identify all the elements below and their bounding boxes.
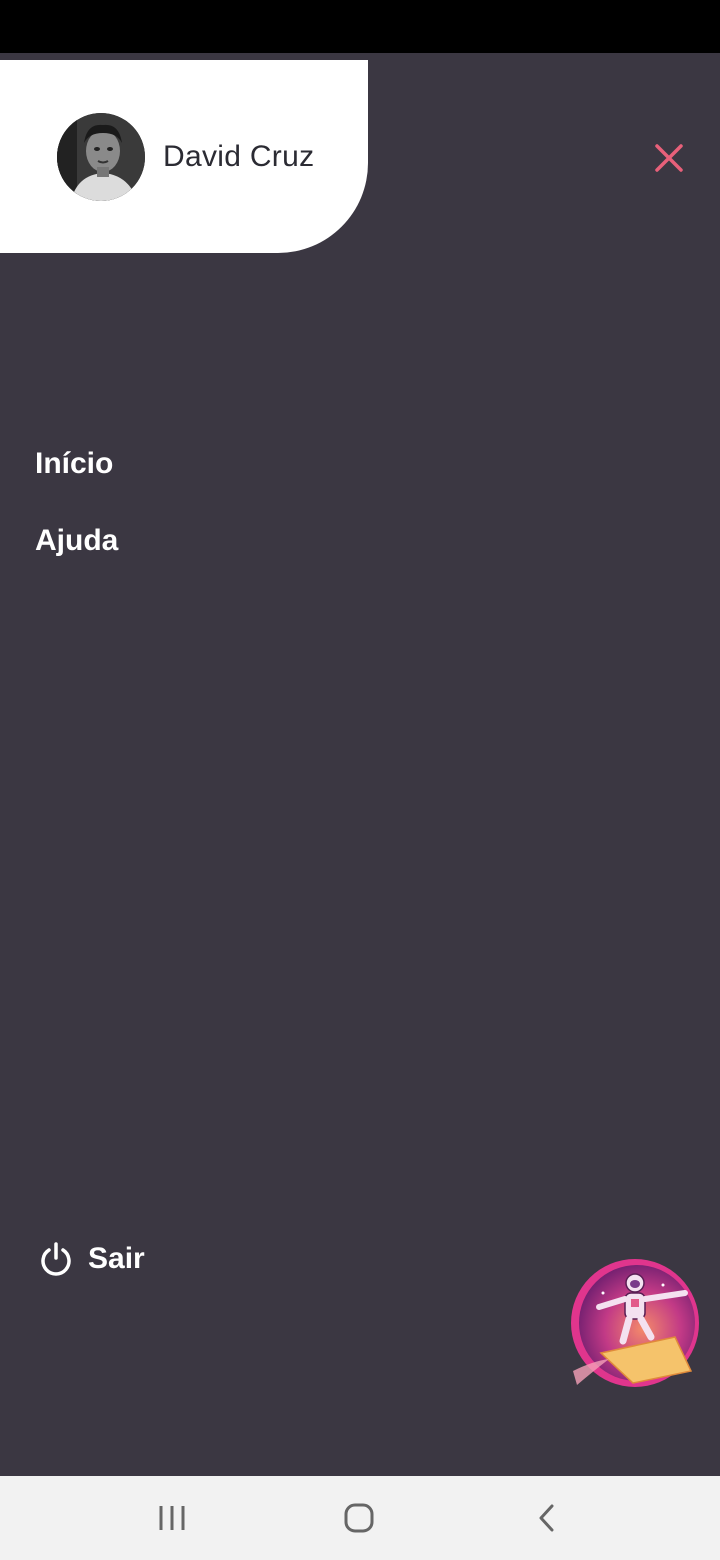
home-icon: [344, 1503, 374, 1533]
user-name: David Cruz: [163, 140, 315, 173]
logout-label: Sair: [88, 1242, 145, 1275]
close-icon: [655, 144, 683, 172]
close-button[interactable]: [646, 135, 692, 181]
back-button[interactable]: [517, 1498, 577, 1538]
recents-icon: [159, 1506, 185, 1530]
back-icon: [539, 1504, 554, 1532]
recents-button[interactable]: [142, 1498, 202, 1538]
avatar[interactable]: [57, 113, 145, 201]
menu-item-inicio[interactable]: Início: [35, 447, 113, 481]
power-icon: [41, 1242, 71, 1276]
system-nav-bar: [0, 1476, 720, 1560]
menu-item-ajuda[interactable]: Ajuda: [35, 524, 118, 558]
astronaut-mascot: [571, 1259, 699, 1387]
home-button[interactable]: [329, 1498, 389, 1538]
profile-card: David Cruz: [0, 60, 368, 253]
logout-button[interactable]: Sair: [38, 1241, 145, 1277]
navigation-drawer: David Cruz Início Ajuda Sair: [0, 53, 720, 1476]
status-bar: [0, 0, 720, 53]
